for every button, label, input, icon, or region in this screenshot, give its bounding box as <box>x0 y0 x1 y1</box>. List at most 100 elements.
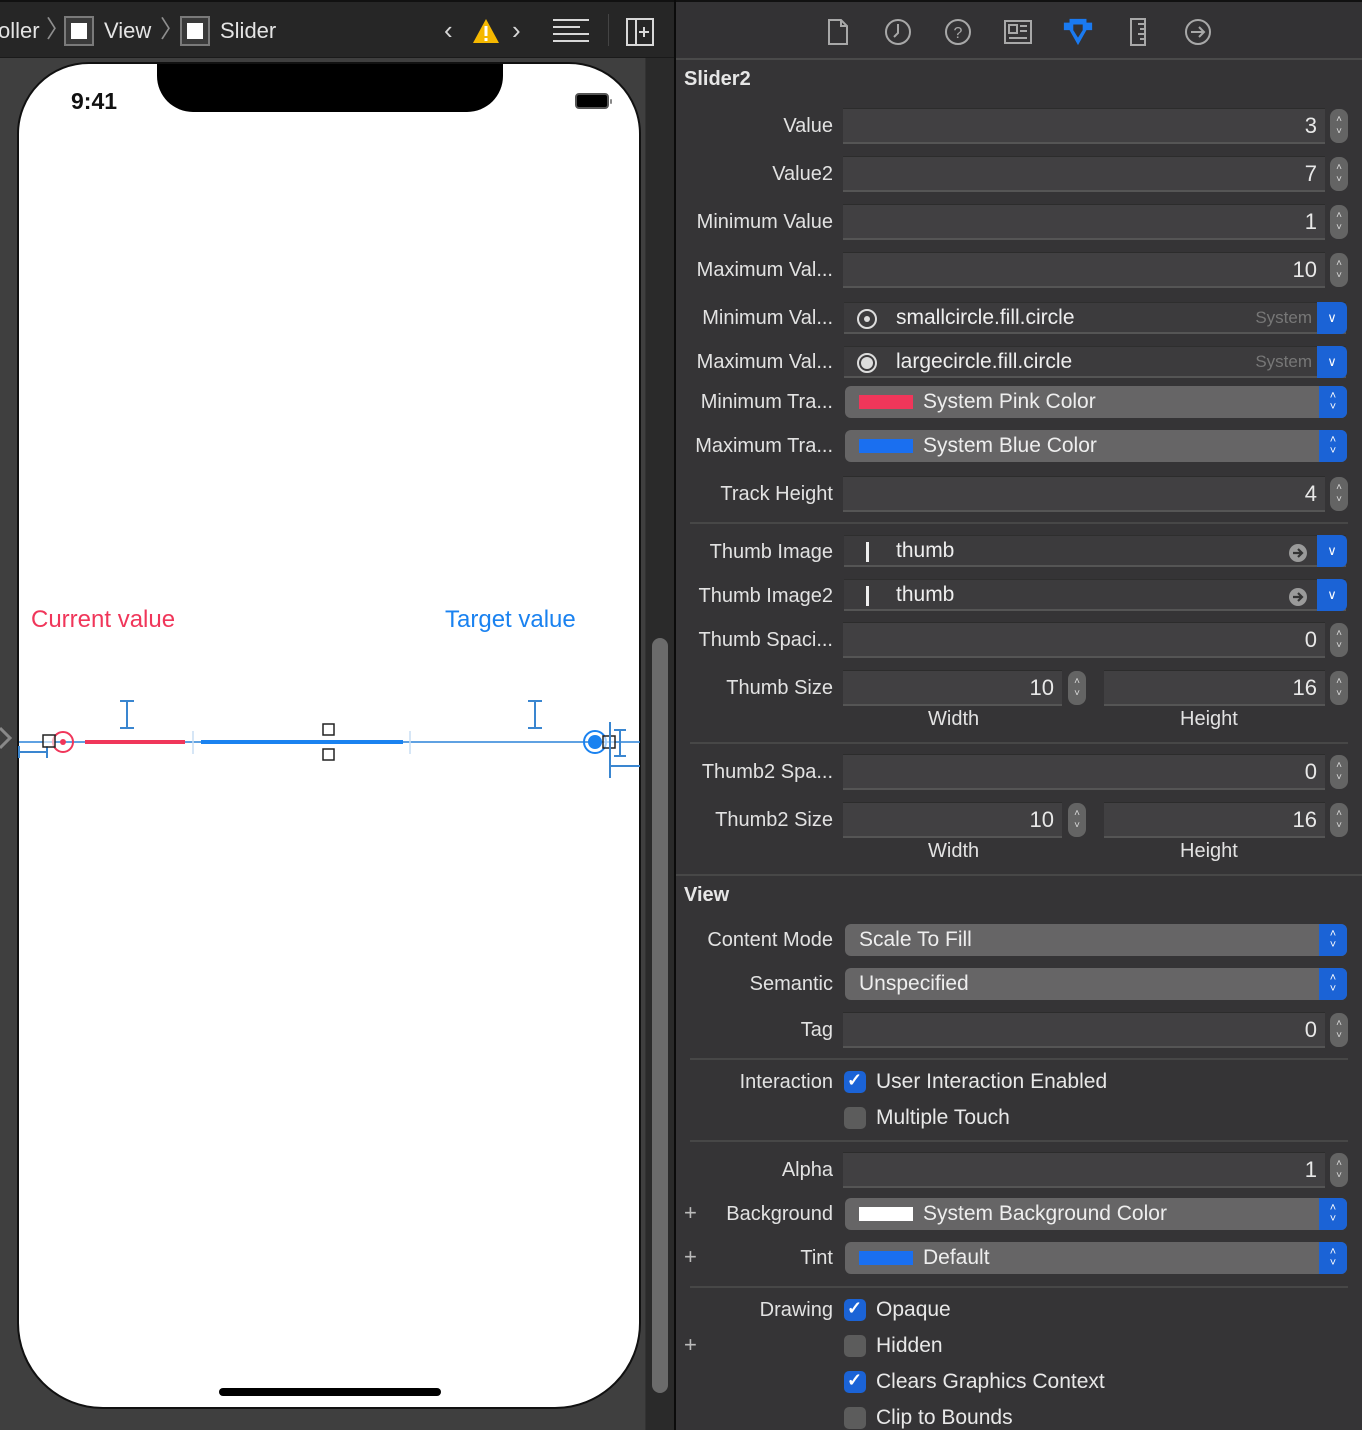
file-inspector-icon[interactable] <box>822 16 854 48</box>
thumb-image-preview-icon <box>866 586 869 606</box>
add-variation-plus-icon[interactable]: + <box>684 1200 697 1226</box>
maximum-track-tint-popup[interactable]: System Blue Color ˄ ˅ <box>845 430 1347 462</box>
smallcircle-fill-circle-icon <box>856 308 878 339</box>
canvas-vertical-scrollbar[interactable] <box>645 58 676 1430</box>
chevron-down-icon[interactable]: ∨ <box>1317 579 1347 611</box>
updown-chevron-icon[interactable]: ˄ ˅ <box>1319 968 1347 1000</box>
thumb-image2-combo[interactable]: thumb ∨ <box>844 579 1347 611</box>
value2-stepper[interactable]: ˄ ˅ <box>1330 157 1348 191</box>
tint-label: Tint <box>800 1247 833 1269</box>
thumb2-size-label: Thumb2 Size <box>715 809 833 831</box>
thumb-image-label: Thumb Image <box>709 541 833 563</box>
popup-value: Scale To Fill <box>859 928 972 951</box>
color-swatch <box>859 1251 913 1265</box>
maximum-value-field[interactable]: 10 <box>843 252 1325 288</box>
go-to-asset-arrow-icon[interactable] <box>1288 542 1308 572</box>
minimum-value-image-combo[interactable]: smallcircle.fill.circle System ∨ <box>844 302 1347 334</box>
svg-text:?: ? <box>954 25 963 42</box>
thumb-spacing-stepper[interactable]: ˄ ˅ <box>1330 623 1348 657</box>
opaque-checkbox[interactable] <box>844 1298 866 1321</box>
thumb-size-width-field[interactable]: 10 <box>843 670 1062 706</box>
semantic-popup[interactable]: Unspecified ˄ ˅ <box>845 968 1347 1000</box>
minimum-value-image-label: Minimum Val... <box>702 307 833 329</box>
tag-stepper[interactable]: ˄ ˅ <box>1330 1013 1348 1047</box>
chevron-down-icon[interactable]: ∨ <box>1317 346 1347 378</box>
updown-chevron-icon[interactable]: ˄ ˅ <box>1319 924 1347 956</box>
width-caption: Width <box>928 708 980 730</box>
track-height-field[interactable]: 4 <box>843 476 1325 512</box>
help-inspector-icon[interactable]: ? <box>942 16 974 48</box>
content-mode-popup[interactable]: Scale To Fill ˄ ˅ <box>845 924 1347 956</box>
popup-value: System Background Color <box>923 1202 1167 1225</box>
separator <box>690 1058 1348 1060</box>
connections-inspector-icon[interactable] <box>1182 16 1214 48</box>
tint-color-popup[interactable]: Default ˄ ˅ <box>845 1242 1347 1274</box>
minimum-track-tint-popup[interactable]: System Pink Color ˄ ˅ <box>845 386 1347 418</box>
thumb2-size-width-field[interactable]: 10 <box>843 802 1062 838</box>
minimum-value-stepper[interactable]: ˄ ˅ <box>1330 205 1348 239</box>
drawing-label: Drawing <box>759 1299 833 1321</box>
alpha-field[interactable]: 1 <box>843 1152 1325 1188</box>
resize-handle-top[interactable] <box>322 723 335 736</box>
thumb-size-height-field[interactable]: 16 <box>1104 670 1325 706</box>
updown-chevron-icon[interactable]: ˄ ˅ <box>1319 1198 1347 1230</box>
add-variation-plus-icon[interactable]: + <box>684 1332 697 1358</box>
background-label: Background <box>726 1203 833 1225</box>
clip-to-bounds-checkbox[interactable] <box>844 1407 866 1429</box>
separator <box>690 742 1348 744</box>
color-swatch <box>859 439 913 453</box>
chevron-down-icon[interactable]: ∨ <box>1317 302 1347 334</box>
user-interaction-enabled-label[interactable]: User Interaction Enabled <box>876 1070 1107 1094</box>
thumb-size-width-stepper[interactable]: ˄ ˅ <box>1068 671 1086 705</box>
chevron-down-icon[interactable]: ∨ <box>1317 535 1347 567</box>
maximum-value-stepper[interactable]: ˄ ˅ <box>1330 253 1348 287</box>
value2-field[interactable]: 7 <box>843 156 1325 192</box>
go-to-asset-arrow-icon[interactable] <box>1288 586 1308 616</box>
resize-handle-bottom[interactable] <box>322 748 335 761</box>
xcode-window: oller 〉 View 〉 Slider ‹ › 9:41 Current v… <box>0 0 1362 1430</box>
clip-to-bounds-label[interactable]: Clip to Bounds <box>876 1406 1013 1430</box>
interface-builder-canvas[interactable]: oller 〉 View 〉 Slider ‹ › 9:41 Current v… <box>0 0 676 1430</box>
maximum-value-image-name: largecircle.fill.circle <box>896 350 1073 373</box>
updown-chevron-icon[interactable]: ˄ ˅ <box>1319 386 1347 418</box>
background-color-popup[interactable]: System Background Color ˄ ˅ <box>845 1198 1347 1230</box>
thumb2-size-width-stepper[interactable]: ˄ ˅ <box>1068 803 1086 837</box>
scrollbar-thumb[interactable] <box>652 638 668 1393</box>
thumb-size-height-stepper[interactable]: ˄ ˅ <box>1330 671 1348 705</box>
updown-chevron-icon[interactable]: ˄ ˅ <box>1319 430 1347 462</box>
multiple-touch-checkbox[interactable] <box>844 1107 866 1129</box>
thumb-image-name: thumb <box>896 539 955 562</box>
thumb2-size-height-stepper[interactable]: ˄ ˅ <box>1330 803 1348 837</box>
thumb2-size-height-field[interactable]: 16 <box>1104 802 1325 838</box>
updown-chevron-icon[interactable]: ˄ ˅ <box>1319 1242 1347 1274</box>
alpha-stepper[interactable]: ˄ ˅ <box>1330 1153 1348 1187</box>
clears-graphics-context-checkbox[interactable] <box>844 1370 866 1393</box>
minimum-value-field[interactable]: 1 <box>843 204 1325 240</box>
value-stepper[interactable]: ˄ ˅ <box>1330 109 1348 143</box>
track-height-stepper[interactable]: ˄ ˅ <box>1330 477 1348 511</box>
history-inspector-icon[interactable] <box>882 16 914 48</box>
hidden-label[interactable]: Hidden <box>876 1334 943 1358</box>
attributes-inspector-icon[interactable] <box>1062 16 1094 48</box>
separator <box>690 522 1348 524</box>
clears-graphics-context-label[interactable]: Clears Graphics Context <box>876 1370 1105 1394</box>
thumb-spacing-field[interactable]: 0 <box>843 622 1325 658</box>
user-interaction-enabled-checkbox[interactable] <box>844 1070 866 1093</box>
resize-handle-left[interactable] <box>42 734 56 748</box>
thumb2-spacing-stepper[interactable]: ˄ ˅ <box>1330 755 1348 789</box>
add-variation-plus-icon[interactable]: + <box>684 1244 697 1270</box>
tag-field[interactable]: 0 <box>843 1012 1325 1048</box>
inspector-tab-bar: ? <box>676 0 1362 60</box>
thumb2-spacing-field[interactable]: 0 <box>843 754 1325 790</box>
maximum-value-image-combo[interactable]: largecircle.fill.circle System ∨ <box>844 346 1347 378</box>
multiple-touch-label[interactable]: Multiple Touch <box>876 1106 1010 1130</box>
opaque-label[interactable]: Opaque <box>876 1298 951 1322</box>
minimum-track-tint-label: Minimum Tra... <box>700 391 833 413</box>
thumb-image-combo[interactable]: thumb ∨ <box>844 535 1347 567</box>
hidden-checkbox[interactable] <box>844 1335 866 1357</box>
value-field[interactable]: 3 <box>843 108 1325 144</box>
maximum-value-label: Maximum Val... <box>696 259 833 281</box>
size-inspector-icon[interactable] <box>1122 16 1154 48</box>
range-slider[interactable] <box>0 0 645 1430</box>
identity-inspector-icon[interactable] <box>1002 16 1034 48</box>
